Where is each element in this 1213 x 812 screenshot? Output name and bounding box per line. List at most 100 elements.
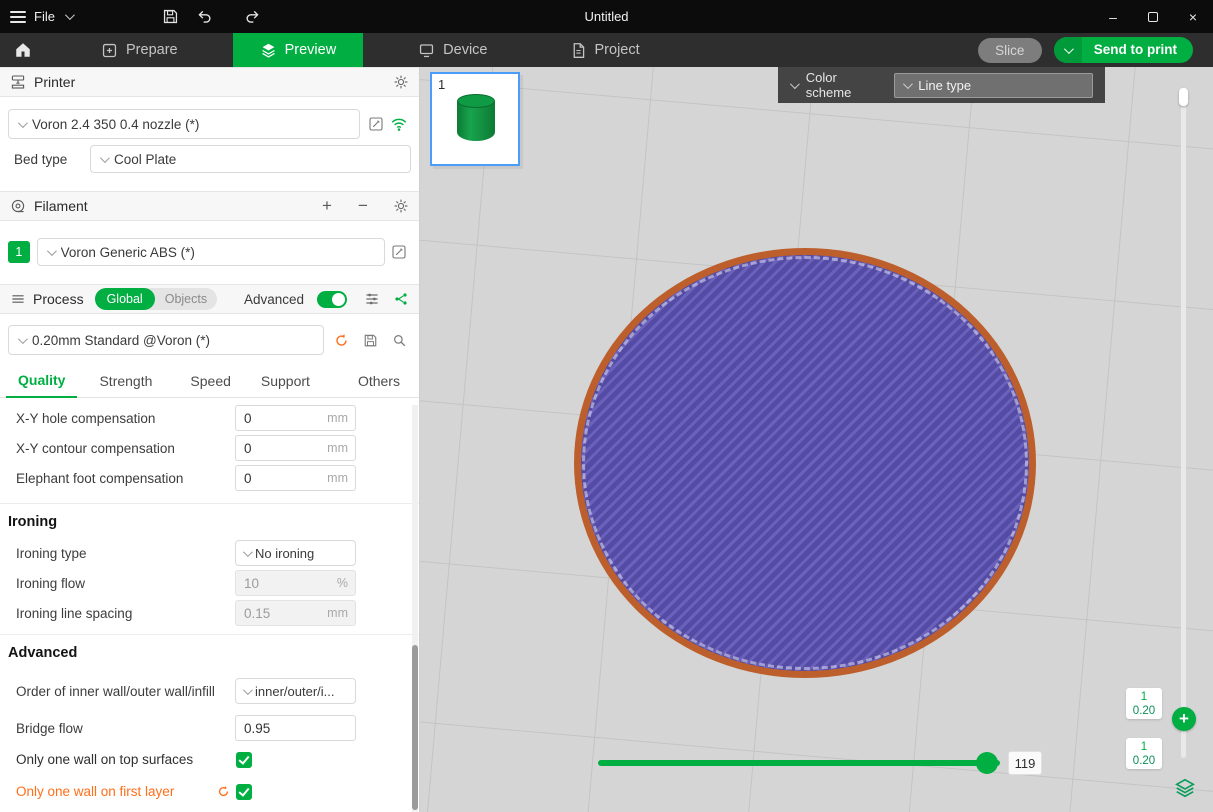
ironing-flow-input: 10 % [235,570,356,596]
tab-others[interactable]: Others [346,373,412,397]
printer-section-header: Printer [0,67,419,97]
tab-preview-label: Preview [285,42,337,58]
ironing-type-label: Ironing type [16,546,235,561]
parameter-table-icon[interactable] [364,291,380,307]
tab-support[interactable]: Support [249,373,322,397]
param-row: X-Y hole compensation 0 mm [0,403,419,433]
ironing-type-select[interactable]: No ironing [235,540,356,566]
layers-view-button[interactable] [1173,776,1197,800]
ironing-line-spacing-input: 0.15 mm [235,600,356,626]
file-menu-chevron-down-icon[interactable] [65,10,75,20]
layer-slider-track[interactable] [1181,88,1186,758]
step-slider-value: 119 [1008,751,1042,775]
process-preset-select[interactable]: 0.20mm Standard @Voron (*) [8,325,324,355]
printer-preset-select[interactable]: Voron 2.4 350 0.4 nozzle (*) [8,109,360,139]
wifi-connection-icon[interactable] [388,115,411,133]
layer-slider-thumb[interactable] [1179,88,1188,106]
search-settings-icon[interactable] [388,333,411,348]
advanced-mode-toggle[interactable] [317,291,347,308]
ironing-type-value: No ironing [255,546,348,561]
only-one-wall-top-label: Only one wall on top surfaces [16,752,236,767]
wall-order-select[interactable]: inner/outer/i... [235,678,356,704]
hamburger-menu-icon[interactable] [10,11,26,23]
remove-filament-button[interactable]: − [353,196,373,216]
edit-filament-icon[interactable] [387,244,411,260]
color-scheme-bar: Color scheme Line type [778,67,1105,103]
layer-number: 1 [1141,690,1147,704]
plate-number-label: 1 [438,77,445,92]
input-value: 0.15 [236,606,327,621]
step-slider-track[interactable] [598,760,1000,766]
chevron-down-icon [18,334,28,344]
only-one-wall-top-checkbox[interactable] [236,752,252,768]
plate-thumbnail[interactable]: 1 [430,72,520,166]
process-tab-bar: Quality Strength Speed Support Others [0,367,419,398]
save-button[interactable] [156,3,186,31]
layer-height: 0.20 [1133,754,1155,768]
tab-speed[interactable]: Speed [178,373,242,397]
tab-quality[interactable]: Quality [6,372,77,398]
line-type-select[interactable]: Line type [894,73,1093,98]
bridge-flow-input[interactable]: 0.95 [235,715,356,741]
chevron-down-icon [18,118,28,128]
bed-type-select[interactable]: Cool Plate [90,145,411,173]
redo-button[interactable] [238,3,268,31]
only-one-wall-first-layer-checkbox[interactable] [236,784,252,800]
add-layer-range-button[interactable]: + [1172,707,1196,731]
tab-strength[interactable]: Strength [87,373,164,397]
chevron-down-icon [243,685,253,695]
filament-settings-gear-icon[interactable] [393,198,409,214]
step-slider-handle[interactable] [976,752,998,774]
save-preset-icon[interactable] [359,333,382,348]
process-flow-icon[interactable] [393,291,409,307]
send-to-print-button[interactable]: Send to print [1054,37,1193,63]
undo-button[interactable] [190,3,220,31]
scope-objects-button[interactable]: Objects [155,292,217,306]
prepare-icon [101,42,118,59]
printer-icon [10,74,26,90]
checkbox-row: Only one wall on top surfaces [0,746,419,773]
xy-hole-compensation-input[interactable]: 0 mm [235,405,356,431]
only-one-wall-first-layer-label: Only one wall on first layer [16,784,217,799]
xy-contour-compensation-input[interactable]: 0 mm [235,435,356,461]
maximize-button[interactable] [1133,0,1173,33]
tab-prepare[interactable]: Prepare [74,33,205,67]
preview-viewport[interactable]: 1 Color scheme Line type 119 1 0.20 + 1 [420,67,1213,812]
printer-settings-gear-icon[interactable] [393,74,409,90]
maximize-icon [1148,12,1158,22]
tab-device[interactable]: Device [391,33,514,67]
input-unit: mm [327,411,355,425]
filament-preset-select[interactable]: Voron Generic ABS (*) [37,238,386,266]
tab-preview[interactable]: Preview [233,33,364,67]
file-menu[interactable]: File [34,9,55,24]
reset-value-icon[interactable] [217,785,230,798]
elephant-foot-compensation-input[interactable]: 0 mm [235,465,356,491]
tab-project[interactable]: Project [543,33,667,67]
layer-range-bottom-badge: 1 0.20 [1126,738,1162,769]
filament-slot-badge[interactable]: 1 [8,241,30,263]
home-button[interactable] [0,33,46,67]
param-row: Bridge flow 0.95 [0,713,419,743]
save-icon [162,8,179,25]
sliced-model-top-view[interactable] [574,248,1036,678]
undo-icon [196,8,213,25]
chevron-down-icon [100,153,110,163]
edit-printer-icon[interactable] [364,116,387,132]
slice-button[interactable]: Slice [978,38,1042,63]
layer-number: 1 [1141,740,1147,754]
device-icon [418,42,435,59]
elephant-foot-compensation-label: Elephant foot compensation [16,471,235,486]
scope-global-button[interactable]: Global [95,288,155,310]
minimize-button[interactable]: – [1093,0,1133,33]
add-filament-button[interactable]: + [317,196,337,216]
reset-preset-icon[interactable] [330,333,353,348]
param-row: Ironing line spacing 0.15 mm [0,598,419,628]
send-options-chevron-down-icon[interactable] [1054,37,1082,63]
color-scheme-chevron-down-icon[interactable] [790,79,800,89]
bridge-flow-label: Bridge flow [16,721,235,736]
sidebar-scrollbar-thumb[interactable] [412,645,418,810]
param-row: Ironing flow 10 % [0,568,419,598]
close-button[interactable]: × [1173,0,1213,33]
input-value: 0 [236,411,327,426]
settings-sidebar: Printer Voron 2.4 350 0.4 nozzle (*) [0,67,420,812]
